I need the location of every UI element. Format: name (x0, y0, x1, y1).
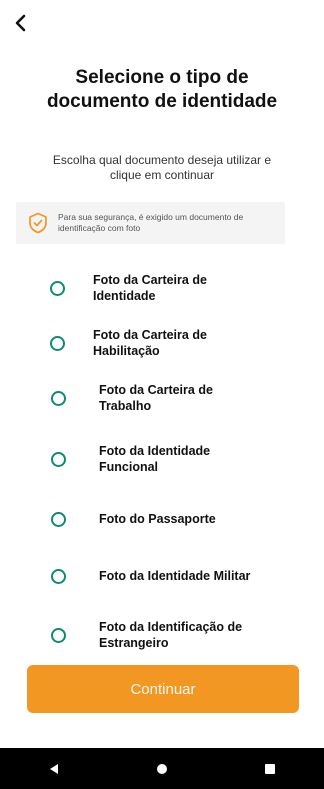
option-identificacao-estrangeiro[interactable]: Foto da Identificação de Estrangeiro (0, 619, 324, 651)
system-navigation-bar (0, 748, 324, 789)
shield-check-icon (29, 212, 47, 234)
radio-button[interactable] (51, 568, 66, 584)
radio-button[interactable] (50, 280, 65, 296)
radio-button[interactable] (51, 627, 66, 643)
option-label: Foto da Carteira de Identidade (93, 273, 207, 303)
radio-button[interactable] (51, 451, 66, 467)
security-notice: Para sua segurança, é exigido um documen… (16, 202, 285, 244)
option-carteira-identidade[interactable]: Foto da Carteira de Identidade (0, 272, 324, 304)
nav-back-icon (50, 763, 58, 774)
nav-recents-button[interactable] (240, 748, 300, 789)
continue-button[interactable]: Continuar (27, 665, 299, 713)
security-notice-text: Para sua segurança, é exigido um documen… (58, 212, 244, 233)
nav-recents-icon (265, 763, 275, 774)
option-carteira-habilitacao[interactable]: Foto da Carteira de Habilitação (0, 327, 324, 359)
radio-button[interactable] (51, 390, 66, 406)
option-label: Foto da Carteira de Habilitação (93, 328, 207, 358)
radio-button[interactable] (50, 335, 65, 351)
back-arrow-icon (15, 14, 26, 32)
option-label: Foto da Identidade Militar (99, 569, 251, 583)
option-identidade-funcional[interactable]: Foto da Identidade Funcional (0, 443, 324, 475)
nav-home-icon (157, 763, 167, 774)
option-passaporte[interactable]: Foto do Passaporte (0, 509, 324, 529)
page-subtitle: Escolha qual documento deseja utilizar e… (52, 153, 272, 182)
radio-button[interactable] (51, 511, 66, 527)
back-button[interactable] (10, 12, 32, 34)
option-label: Foto do Passaporte (99, 512, 216, 526)
option-label: Foto da Carteira de Trabalho (99, 383, 213, 413)
nav-home-button[interactable] (132, 748, 192, 789)
page-title: Selecione o tipo de documento de identid… (46, 67, 278, 112)
option-label: Foto da Identidade Funcional (99, 444, 211, 474)
nav-back-button[interactable] (24, 748, 84, 789)
option-carteira-trabalho[interactable]: Foto da Carteira de Trabalho (0, 382, 324, 414)
option-identidade-militar[interactable]: Foto da Identidade Militar (0, 566, 324, 586)
option-label: Foto da Identificação de Estrangeiro (99, 620, 243, 650)
